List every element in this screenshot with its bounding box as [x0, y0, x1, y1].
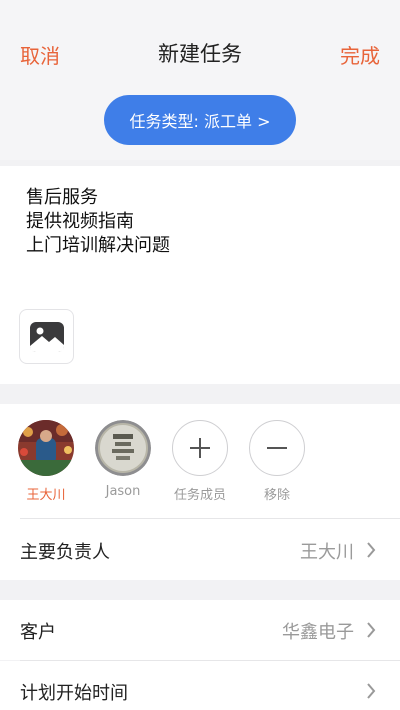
remove-member-button[interactable]: 移除 — [247, 420, 307, 503]
task-line: 提供视频指南 — [26, 211, 134, 232]
add-member-circle[interactable] — [172, 420, 228, 476]
member-wangdachuan[interactable]: 王大川 — [16, 420, 76, 503]
header: 取消 新建任务 完成 任务类型: 派工单 > — [0, 0, 400, 160]
plan-start-label: 计划开始时间 — [20, 683, 128, 704]
chevron-right-icon — [367, 542, 376, 558]
plus-icon — [190, 438, 210, 458]
task-line: 售后服务 — [26, 187, 98, 208]
task-type-button[interactable]: 任务类型: 派工单 > — [104, 95, 296, 145]
owner-label: 主要负责人 — [20, 542, 110, 563]
remove-member-label: 移除 — [263, 488, 290, 503]
member-name: 王大川 — [26, 488, 66, 503]
chevron-right-icon — [367, 683, 376, 699]
done-button[interactable]: 完成 — [340, 40, 380, 69]
add-member-button[interactable]: 任务成员 — [170, 420, 230, 503]
add-member-label: 任务成员 — [173, 488, 226, 503]
remove-member-circle[interactable] — [249, 420, 305, 476]
customer-value: 华鑫电子 — [282, 622, 354, 643]
avatar — [18, 420, 74, 476]
task-content-card[interactable]: 售后服务 提供视频指南 上门培训解决问题 — [0, 166, 400, 384]
divider — [20, 518, 400, 519]
task-content-text[interactable]: 售后服务 提供视频指南 上门培训解决问题 — [26, 186, 170, 258]
owner-value: 王大川 — [300, 542, 354, 563]
task-line: 上门培训解决问题 — [26, 235, 170, 256]
customer-label: 客户 — [20, 622, 56, 643]
members-card: 王大川 Jason 任务成员 移除 主要负责人 王大川 — [0, 404, 400, 580]
task-type-label: 任务类型: 派工单 > — [129, 112, 271, 131]
customer-row[interactable]: 客户 华鑫电子 — [0, 600, 400, 660]
chevron-right-icon — [367, 622, 376, 638]
member-name: Jason — [105, 484, 141, 499]
plan-start-row[interactable]: 计划开始时间 — [0, 661, 400, 710]
image-icon — [29, 321, 64, 352]
minus-icon — [267, 447, 287, 449]
owner-row[interactable]: 主要负责人 王大川 — [0, 520, 400, 580]
add-image-button[interactable] — [19, 309, 74, 364]
member-jason[interactable]: Jason — [93, 420, 153, 499]
avatar — [95, 420, 151, 476]
